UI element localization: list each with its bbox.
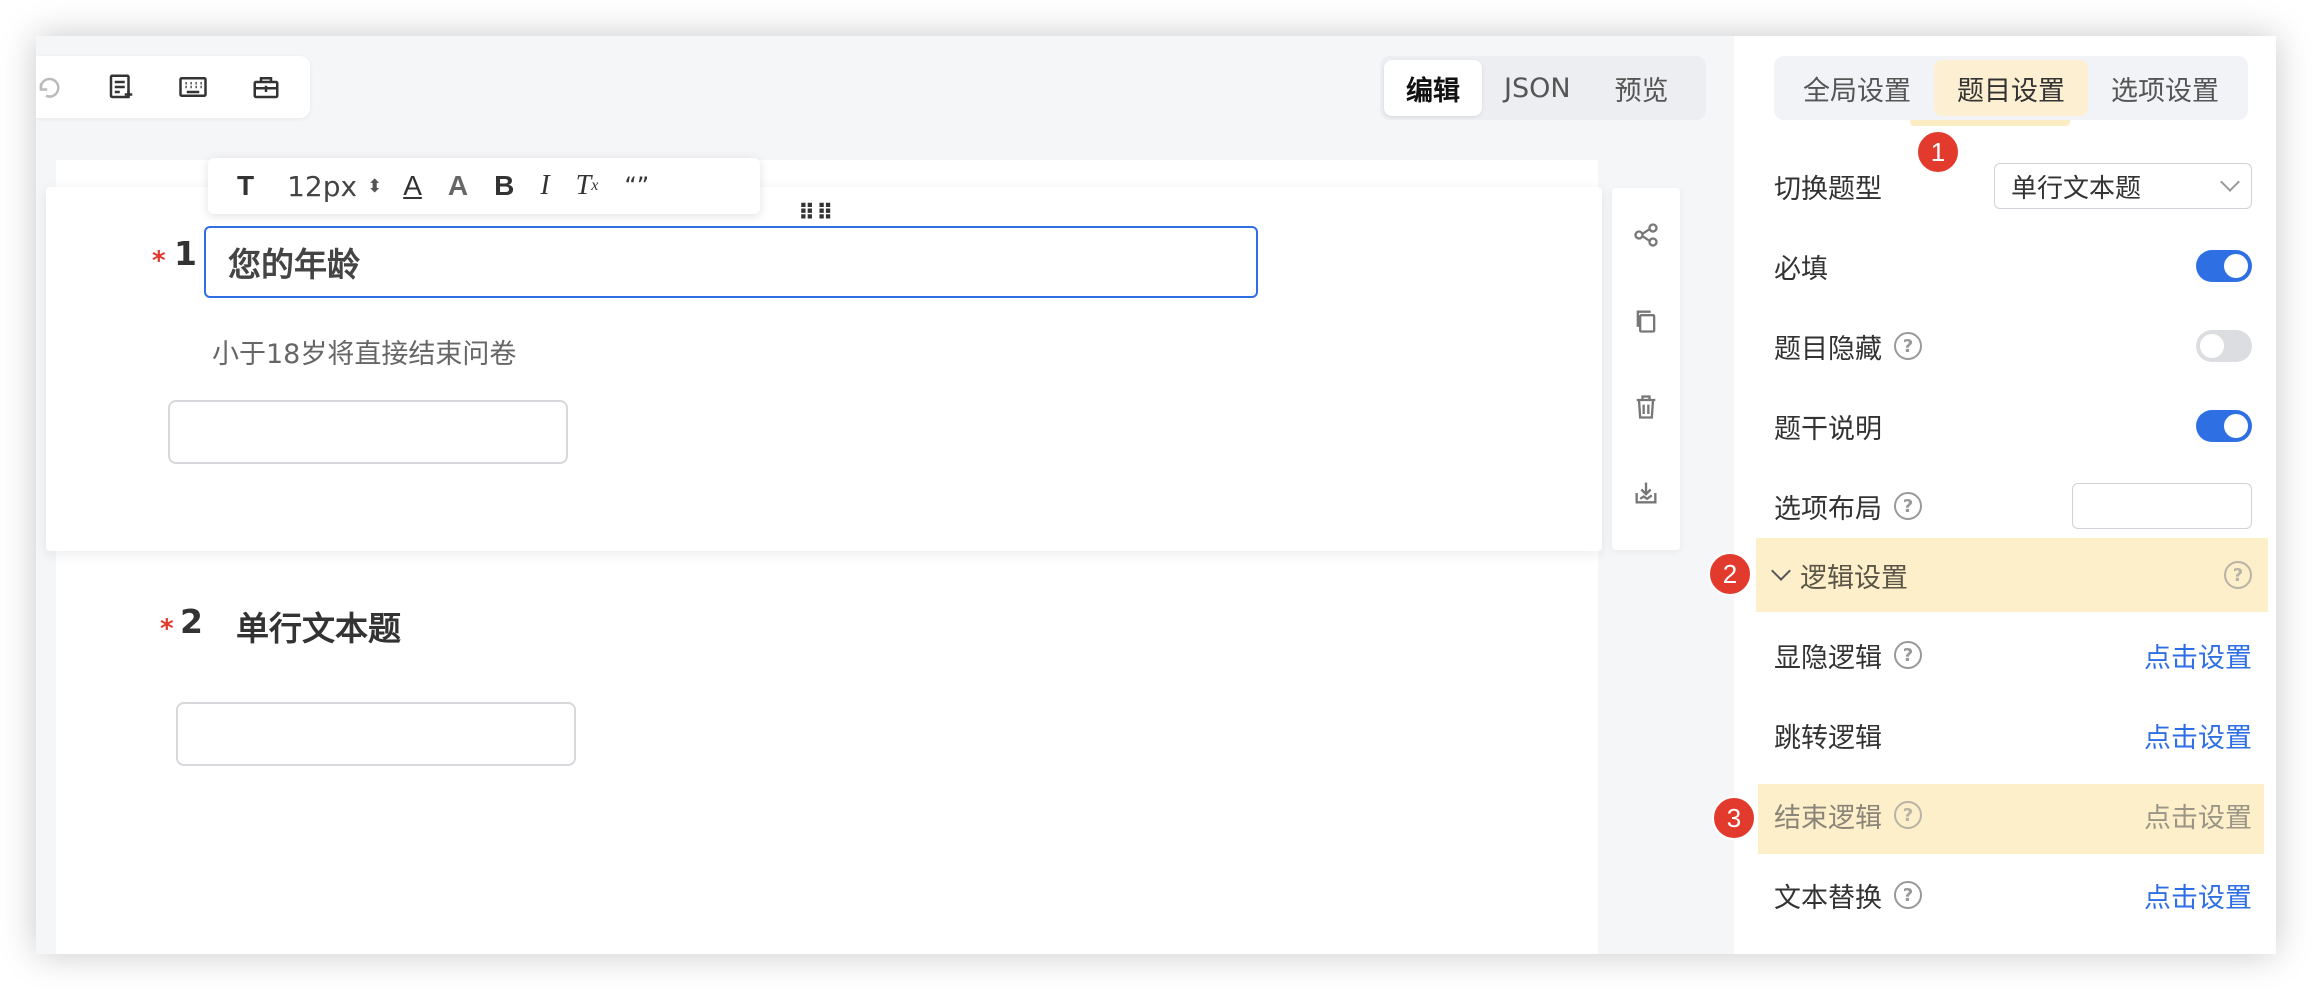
text-format-icon[interactable]: T bbox=[224, 158, 267, 214]
rich-text-toolbar: T 12px ⬍ A A B I Tx “” bbox=[208, 158, 760, 214]
logic-section-title: 逻辑设置 bbox=[1800, 562, 1908, 594]
redo-icon[interactable] bbox=[36, 70, 68, 104]
copy-icon[interactable] bbox=[1631, 306, 1661, 336]
chevron-down-icon bbox=[1771, 561, 1791, 581]
question-title[interactable]: 单行文本题 bbox=[236, 602, 401, 650]
logic-section-title-wrap: 逻辑设置 bbox=[1771, 556, 1908, 595]
option-layout-label: 选项布局 bbox=[1774, 493, 1882, 525]
mode-tabs: 编辑 JSON 预览 bbox=[1380, 56, 1706, 120]
delete-icon[interactable] bbox=[1631, 392, 1661, 422]
tab-json[interactable]: JSON bbox=[1482, 60, 1593, 116]
question-description[interactable]: 小于18岁将直接结束问卷 bbox=[212, 332, 516, 371]
keyboard-icon[interactable] bbox=[176, 70, 210, 104]
required-label: 必填 bbox=[1774, 253, 1828, 285]
stem-desc-label: 题干说明 bbox=[1774, 413, 1882, 445]
annotation-badge-1: 1 bbox=[1916, 130, 1960, 174]
drag-handle-icon[interactable]: ⠿⠿ bbox=[798, 203, 834, 225]
end-logic-label-wrap: 结束逻辑 ? bbox=[1774, 796, 1922, 835]
stem-desc-toggle[interactable] bbox=[2196, 410, 2252, 442]
hidden-label-wrap: 题目隐藏 ? bbox=[1774, 327, 1922, 366]
settings-tabs: 全局设置 题目设置 选项设置 bbox=[1774, 56, 2248, 120]
font-color-icon[interactable]: A bbox=[390, 158, 435, 214]
question-number: 2 bbox=[180, 602, 203, 641]
help-icon[interactable]: ? bbox=[1894, 801, 1922, 829]
question-title-input[interactable]: 您的年龄 bbox=[204, 226, 1258, 298]
text-replace-label-wrap: 文本替换 ? bbox=[1774, 876, 1922, 915]
quote-icon[interactable]: “” bbox=[611, 158, 662, 214]
row-hidden: 题目隐藏 ? bbox=[1774, 318, 2252, 374]
question-actions bbox=[1612, 188, 1680, 550]
text-replace-link[interactable]: 点击设置 bbox=[2144, 876, 2252, 915]
jump-logic-label: 跳转逻辑 bbox=[1774, 722, 1882, 754]
help-icon[interactable]: ? bbox=[1894, 641, 1922, 669]
toolbox-icon[interactable] bbox=[249, 70, 283, 104]
row-text-replace: 文本替换 ? 点击设置 bbox=[1774, 867, 2252, 923]
hidden-toggle[interactable] bbox=[2196, 330, 2252, 362]
required-mark: * bbox=[152, 246, 166, 276]
question-type-select[interactable]: 单行文本题 bbox=[1994, 163, 2252, 209]
required-mark: * bbox=[160, 614, 174, 644]
option-layout-input[interactable] bbox=[2072, 483, 2252, 529]
jump-logic-link[interactable]: 点击设置 bbox=[2144, 716, 2252, 755]
row-visibility-logic: 显隐逻辑 ? 点击设置 bbox=[1774, 627, 2252, 683]
annotation-badge-2: 2 bbox=[1708, 552, 1752, 596]
row-required: 必填 bbox=[1774, 238, 2252, 294]
help-icon[interactable]: ? bbox=[1894, 332, 1922, 360]
help-icon[interactable]: ? bbox=[1894, 492, 1922, 520]
save-to-bank-icon[interactable] bbox=[1631, 478, 1661, 508]
tab-option-settings[interactable]: 选项设置 bbox=[2088, 60, 2242, 116]
bold-icon[interactable]: B bbox=[481, 158, 527, 214]
italic-icon[interactable]: I bbox=[527, 158, 562, 214]
row-stem-desc: 题干说明 bbox=[1774, 398, 2252, 454]
visibility-logic-label-wrap: 显隐逻辑 ? bbox=[1774, 636, 1922, 675]
help-icon[interactable]: ? bbox=[2224, 561, 2252, 589]
tab-preview[interactable]: 预览 bbox=[1593, 60, 1691, 116]
help-icon[interactable]: ? bbox=[1894, 881, 1922, 909]
required-toggle[interactable] bbox=[2196, 250, 2252, 282]
font-size-value: 12px bbox=[287, 169, 358, 203]
option-layout-label-wrap: 选项布局 ? bbox=[1774, 487, 1922, 526]
row-option-layout: 选项布局 ? bbox=[1774, 478, 2252, 534]
row-question-type: 切换题型 单行文本题 bbox=[1774, 158, 2252, 214]
text-replace-label: 文本替换 bbox=[1774, 882, 1882, 914]
row-end-logic: 结束逻辑 ? 点击设置 bbox=[1774, 787, 2252, 843]
answer-input[interactable] bbox=[168, 400, 568, 464]
row-jump-logic: 跳转逻辑 点击设置 bbox=[1774, 707, 2252, 763]
question-type-value: 单行文本题 bbox=[2011, 173, 2142, 204]
tab-question-settings[interactable]: 题目设置 bbox=[1934, 60, 2088, 116]
font-size-select[interactable]: 12px ⬍ bbox=[267, 158, 390, 214]
app-window: 编辑 JSON 预览 T 12px ⬍ A A B I Tx “” ⠿⠿ * 1 … bbox=[36, 36, 2276, 954]
visibility-logic-link[interactable]: 点击设置 bbox=[2144, 636, 2252, 675]
question-type-label: 切换题型 bbox=[1774, 173, 1882, 205]
end-logic-label: 结束逻辑 bbox=[1774, 802, 1882, 834]
logic-section-header[interactable]: 逻辑设置 ? bbox=[1771, 547, 2252, 603]
annotation-badge-3: 3 bbox=[1712, 796, 1756, 840]
chevron-down-icon bbox=[2220, 172, 2240, 192]
hidden-label: 题目隐藏 bbox=[1774, 333, 1882, 365]
question-number: 1 bbox=[174, 234, 197, 273]
end-logic-link[interactable]: 点击设置 bbox=[2144, 796, 2252, 835]
logic-share-icon[interactable] bbox=[1631, 220, 1661, 250]
background-color-icon[interactable]: A bbox=[435, 158, 481, 214]
answer-input[interactable] bbox=[176, 702, 576, 766]
tab-global-settings[interactable]: 全局设置 bbox=[1780, 60, 1934, 116]
tab-edit[interactable]: 编辑 bbox=[1384, 60, 1482, 116]
settings-panel: 全局设置 题目设置 选项设置 切换题型 单行文本题 必填 题目隐藏 ? 题干说明 bbox=[1734, 36, 2276, 954]
add-note-icon[interactable] bbox=[104, 70, 138, 104]
clear-format-icon[interactable]: Tx bbox=[563, 158, 612, 214]
visibility-logic-label: 显隐逻辑 bbox=[1774, 642, 1882, 674]
editor-toolbar bbox=[36, 56, 310, 118]
